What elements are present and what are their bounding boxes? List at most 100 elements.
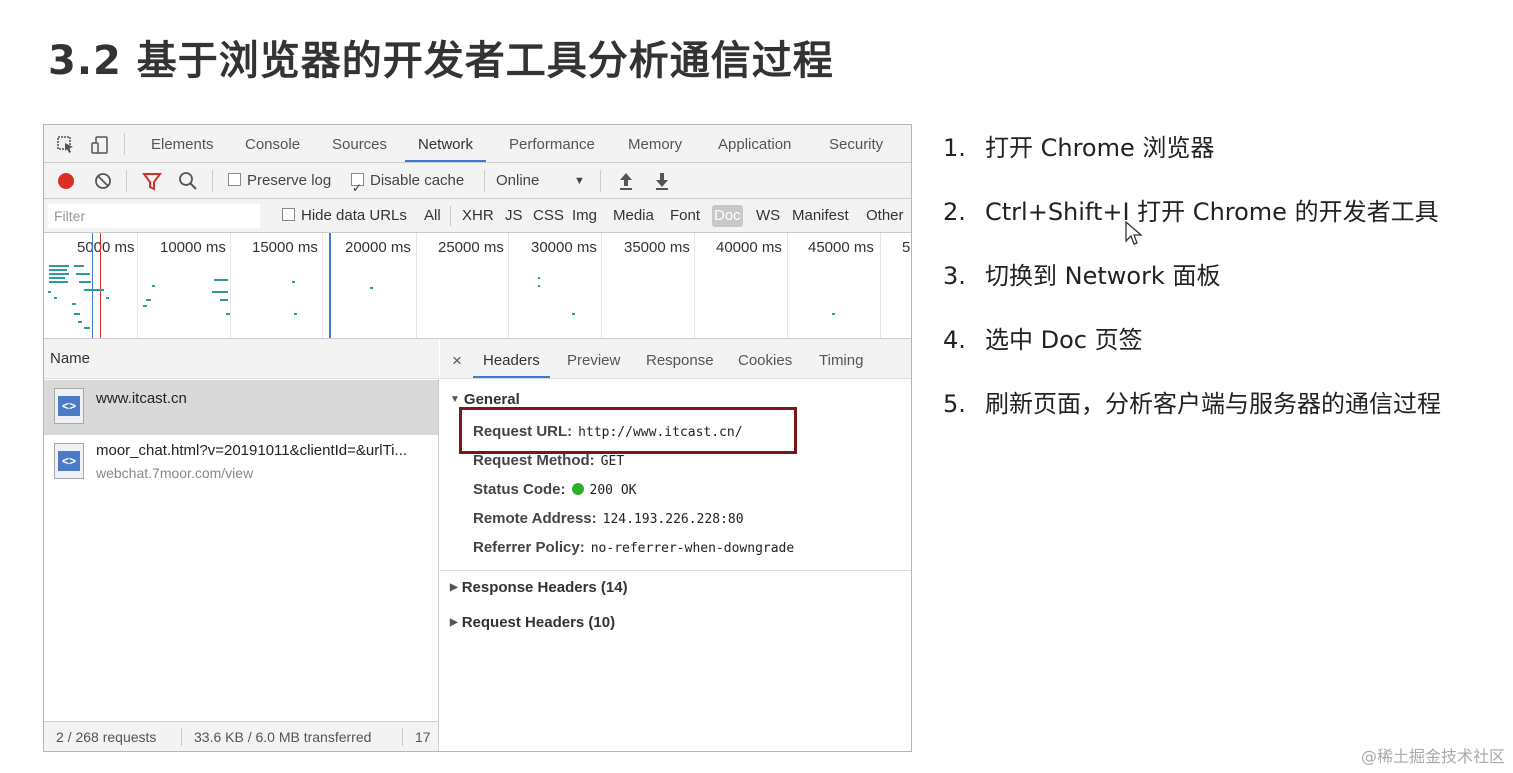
status-extra: 17 (415, 729, 431, 745)
request-row[interactable]: www.itcast.cn (44, 380, 438, 435)
filter-icon[interactable] (142, 163, 162, 199)
filter-type-js[interactable]: JS (505, 199, 523, 233)
search-icon[interactable] (178, 163, 198, 199)
general-title: General (463, 391, 520, 408)
step-text: 刷新页面，分析客户端与服务器的通信过程 (985, 390, 1441, 418)
tab-memory[interactable]: Memory (628, 125, 682, 162)
transferred-size: 33.6 KB / 6.0 MB transferred (194, 729, 372, 745)
timeline-tick: 45000 ms (808, 239, 874, 256)
clear-icon[interactable] (94, 163, 112, 199)
filter-input[interactable]: Filter (48, 204, 260, 228)
hide-data-urls-checkbox[interactable]: Hide data URLs (282, 199, 407, 233)
tab-application[interactable]: Application (718, 125, 791, 162)
timeline-tick: 5000 ms (77, 239, 135, 256)
watermark: @稀土掘金技术社区 (1360, 747, 1505, 766)
step-number: 1. (943, 134, 966, 162)
request-headers-title: Request Headers (10) (461, 614, 616, 631)
remote-address-label: Remote Address: (473, 510, 597, 527)
timeline-tick: 5 (902, 239, 911, 256)
step-text: 打开 Chrome 浏览器 (985, 134, 1215, 162)
tab-cookies[interactable]: Cookies (738, 339, 792, 378)
filter-type-media[interactable]: Media (613, 199, 654, 233)
timeline-tick: 40000 ms (716, 239, 782, 256)
throttle-select[interactable]: Online (496, 163, 539, 199)
load-line (100, 233, 101, 338)
close-icon[interactable]: × (452, 339, 462, 378)
response-headers-toggle[interactable]: ▶ Response Headers (14) (450, 579, 628, 596)
timeline-tick: 35000 ms (624, 239, 690, 256)
request-row[interactable]: moor_chat.html?v=20191011&clientId=&urlT… (44, 435, 438, 490)
request-list: Name www.itcast.cn moor_chat.html?v=2019… (44, 339, 439, 751)
timeline-tick: 15000 ms (252, 239, 318, 256)
devtools-tabbar: Elements Console Sources Network Perform… (44, 125, 911, 163)
timeline-overview[interactable]: 5000 ms 10000 ms 15000 ms 20000 ms 25000… (44, 233, 911, 339)
response-headers-title: Response Headers (14) (461, 579, 628, 596)
status-ok-icon (571, 483, 584, 495)
general-section-toggle[interactable]: ▼ General (450, 391, 520, 408)
step-item: 4. 选中 Doc 页签 (943, 320, 1143, 355)
referrer-policy-row: Referrer Policy: no-referrer-when-downgra… (473, 539, 794, 556)
step-number: 2. (943, 198, 966, 226)
detail-tabbar: × Headers Preview Response Cookies Timin… (440, 339, 911, 379)
status-code-label: Status Code: (473, 481, 566, 498)
tab-console[interactable]: Console (245, 125, 300, 162)
filter-type-doc[interactable]: Doc (712, 205, 743, 227)
network-status-bar: 2 / 268 requests 33.6 KB / 6.0 MB transf… (44, 721, 438, 751)
disable-cache-checkbox[interactable]: Disable cache (351, 163, 464, 206)
request-headers-toggle[interactable]: ▶ Request Headers (10) (450, 614, 615, 631)
filter-type-other[interactable]: Other (866, 199, 904, 233)
record-icon[interactable] (57, 163, 75, 199)
caret-down-icon: ▼ (450, 394, 460, 405)
tab-elements[interactable]: Elements (151, 125, 214, 162)
step-item: 2. Ctrl+Shift+I 打开 Chrome 的开发者工具 (943, 192, 1439, 227)
tab-headers[interactable]: Headers (473, 339, 550, 378)
network-toolbar: Preserve log Disable cache Online ▼ (44, 163, 911, 206)
tab-response[interactable]: Response (646, 339, 714, 378)
chevron-down-icon[interactable]: ▼ (574, 163, 585, 199)
tab-network[interactable]: Network (405, 125, 487, 162)
request-domain: webchat.7moor.com/view (96, 465, 254, 481)
request-count: 2 / 268 requests (56, 729, 157, 745)
request-details: × Headers Preview Response Cookies Timin… (440, 339, 911, 751)
tab-sources[interactable]: Sources (332, 125, 387, 162)
request-name: www.itcast.cn (96, 390, 187, 407)
preserve-log-checkbox[interactable]: Preserve log (228, 163, 331, 199)
tab-performance[interactable]: Performance (509, 125, 595, 162)
device-toolbar-icon[interactable] (90, 135, 110, 155)
timeline-tick: 20000 ms (345, 239, 411, 256)
dom-content-loaded-line (329, 233, 331, 338)
step-item: 3. 切换到 Network 面板 (943, 256, 1220, 291)
step-number: 3. (943, 262, 966, 290)
remote-address-value: 124.193.226.228:80 (602, 512, 744, 527)
status-code-value: 200 OK (589, 483, 637, 498)
filter-type-img[interactable]: Img (572, 199, 597, 233)
timeline-tick: 10000 ms (160, 239, 226, 256)
dcl-line (92, 233, 93, 338)
tab-timing[interactable]: Timing (819, 339, 863, 378)
filter-type-xhr[interactable]: XHR (462, 199, 494, 233)
step-item: 1. 打开 Chrome 浏览器 (943, 128, 1214, 163)
inspect-element-icon[interactable] (56, 135, 76, 155)
referrer-policy-value: no-referrer-when-downgrade (590, 541, 795, 556)
preserve-log-label: Preserve log (247, 172, 332, 189)
step-number: 4. (943, 326, 966, 354)
filter-type-ws[interactable]: WS (756, 199, 780, 233)
tab-security[interactable]: Security (829, 125, 883, 162)
name-column-header[interactable]: Name (44, 339, 439, 379)
export-har-icon[interactable] (654, 163, 670, 199)
document-icon (54, 443, 84, 479)
filter-type-css[interactable]: CSS (533, 199, 564, 233)
filter-type-manifest[interactable]: Manifest (792, 199, 849, 233)
tab-preview[interactable]: Preview (567, 339, 620, 378)
step-text: 选中 Doc 页签 (985, 326, 1143, 354)
mouse-cursor-icon (1125, 220, 1143, 251)
filter-type-all[interactable]: All (424, 199, 441, 233)
request-name: moor_chat.html?v=20191011&clientId=&urlT… (96, 442, 408, 459)
filter-type-font[interactable]: Font (670, 199, 700, 233)
import-har-icon[interactable] (618, 163, 634, 199)
request-method-value: GET (600, 454, 625, 469)
timeline-tick: 25000 ms (438, 239, 504, 256)
filter-bar: Filter Hide data URLs All XHR JS CSS Img… (44, 199, 911, 233)
slide-title: 3.2 基于浏览器的开发者工具分析通信过程 (48, 38, 834, 84)
referrer-policy-label: Referrer Policy: (473, 539, 585, 556)
